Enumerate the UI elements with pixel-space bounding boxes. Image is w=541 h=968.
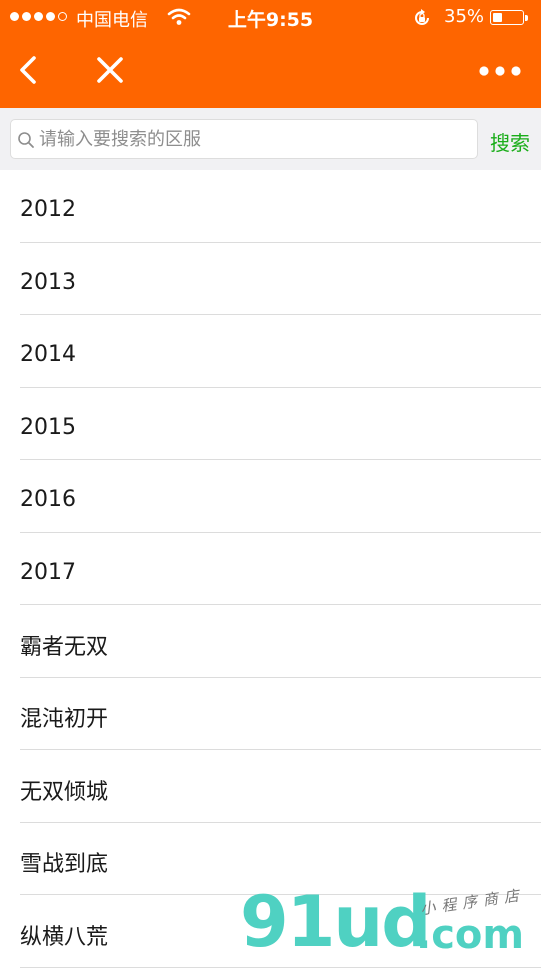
server-list-item[interactable]: 2013: [20, 243, 541, 315]
watermark: 91ud .com 小程序商店: [240, 885, 541, 960]
battery-icon: [490, 10, 524, 25]
search-field[interactable]: [10, 119, 478, 159]
search-bar: 搜索: [0, 108, 541, 170]
close-button[interactable]: [90, 48, 130, 92]
server-name: 2015: [20, 414, 76, 440]
server-name: 2012: [20, 197, 76, 223]
battery-tip: [525, 15, 528, 21]
search-button[interactable]: 搜索: [490, 127, 530, 156]
search-input[interactable]: [35, 120, 477, 158]
server-name: 无双倾城: [20, 779, 109, 805]
server-name: 2013: [20, 269, 76, 295]
more-options-button[interactable]: [474, 48, 526, 92]
server-list-item[interactable]: 2014: [20, 315, 541, 388]
server-list: 2012 2013 2014 2015 2016 2017 霸者无双混沌初开无双倾城雪战到底…: [0, 170, 541, 968]
close-icon: [97, 57, 123, 83]
back-button[interactable]: [10, 48, 50, 92]
server-list-item[interactable]: 2017: [20, 533, 541, 605]
server-list-item[interactable]: 2012: [20, 170, 541, 243]
server-name: 霸者无双: [20, 634, 109, 660]
server-name: 雪战到底: [20, 852, 109, 878]
server-list-item[interactable]: 2016: [20, 460, 541, 533]
chevron-left-icon: [20, 56, 36, 84]
server-name: 2016: [20, 487, 76, 513]
server-name: 2014: [20, 342, 76, 368]
top-bar: 中国电信 上午9:55 35%: [0, 0, 541, 108]
server-name: 2017: [20, 559, 76, 585]
server-name: 混沌初开: [20, 707, 109, 733]
rotation-lock-icon: [415, 9, 429, 25]
watermark-logo: 91ud: [240, 881, 431, 963]
server-list-item[interactable]: 混沌初开: [20, 678, 541, 750]
more-dots-icon: [479, 66, 521, 76]
status-bar: 中国电信 上午9:55 35%: [0, 0, 541, 36]
server-list-item[interactable]: 2015: [20, 388, 541, 460]
battery-level-fill: [492, 12, 503, 22]
server-name: 纵横八荒: [20, 924, 109, 950]
battery-percent: 35%: [444, 6, 485, 27]
search-icon: [18, 132, 34, 148]
server-list-item[interactable]: 无双倾城: [20, 750, 541, 823]
watermark-domain: .com: [416, 912, 525, 958]
server-list-item[interactable]: 霸者无双: [20, 605, 541, 678]
